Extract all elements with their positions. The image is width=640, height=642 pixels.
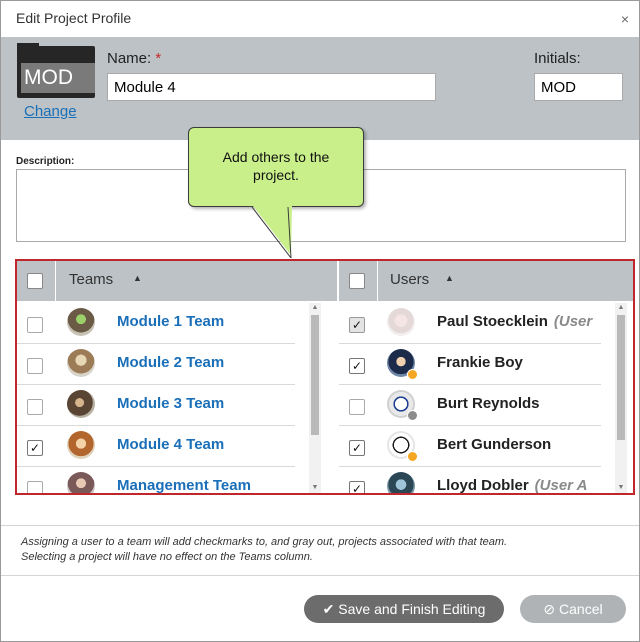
checkmark-icon: ✔ xyxy=(322,601,335,617)
team-name[interactable]: Management Team xyxy=(117,477,251,493)
name-input[interactable] xyxy=(107,73,436,101)
divider xyxy=(1,525,639,526)
user-role-tag: (User A xyxy=(534,477,588,493)
divider xyxy=(1,575,639,576)
user-name[interactable]: Frankie Boy xyxy=(437,354,523,371)
sort-ascending-icon[interactable]: ▲ xyxy=(445,273,454,283)
team-avatar xyxy=(67,390,95,418)
help-text-line1: Assigning a user to a team will add chec… xyxy=(21,536,508,548)
scroll-up-icon[interactable]: ▲ xyxy=(309,303,321,313)
user-checkbox[interactable]: ✓ xyxy=(349,317,365,333)
team-avatar xyxy=(67,431,95,459)
users-select-all-checkbox[interactable] xyxy=(349,273,365,289)
help-text-line2: Selecting a project will have no effect … xyxy=(21,551,313,563)
scroll-down-icon[interactable]: ▼ xyxy=(615,483,627,493)
help-text: Assigning a user to a team will add chec… xyxy=(21,535,621,565)
scroll-thumb[interactable] xyxy=(311,315,319,435)
teams-select-all-checkbox[interactable] xyxy=(27,273,43,289)
scroll-thumb[interactable] xyxy=(617,315,625,440)
title-bar: Edit Project Profile × xyxy=(1,1,639,36)
cancel-button-label: Cancel xyxy=(559,601,603,617)
team-checkbox[interactable] xyxy=(27,317,43,333)
team-avatar xyxy=(67,472,95,493)
user-row[interactable]: ✓ Paul Stoecklein (User xyxy=(339,303,601,344)
team-checkbox[interactable] xyxy=(27,481,43,493)
tooltip-text-line2: project. xyxy=(253,167,299,183)
user-name[interactable]: Bert Gunderson xyxy=(437,436,551,453)
cancel-button[interactable]: ⊘ Cancel xyxy=(520,595,626,623)
team-checkbox[interactable] xyxy=(27,358,43,374)
user-name[interactable]: Lloyd Dobler (User A xyxy=(437,477,587,493)
team-row[interactable]: Module 2 Team xyxy=(17,344,295,385)
teams-column-header: Teams ▲ xyxy=(17,261,337,301)
save-and-finish-button[interactable]: ✔ Save and Finish Editing xyxy=(304,595,504,623)
project-initials-badge: MOD xyxy=(21,63,95,93)
status-away-icon xyxy=(407,410,418,421)
team-name[interactable]: Module 1 Team xyxy=(117,313,224,330)
header-divider xyxy=(55,261,56,301)
status-online-icon xyxy=(407,369,418,380)
users-scrollbar[interactable]: ▲ ▼ xyxy=(615,303,627,493)
header-divider xyxy=(377,261,378,301)
sort-ascending-icon[interactable]: ▲ xyxy=(133,273,142,283)
tooltip-pointer xyxy=(249,206,292,258)
change-image-link[interactable]: Change xyxy=(24,103,77,120)
tooltip-text-line1: Add others to the xyxy=(222,149,330,165)
user-row[interactable]: Burt Reynolds xyxy=(339,385,601,426)
team-avatar xyxy=(67,349,95,377)
user-checkbox[interactable] xyxy=(349,399,365,415)
close-icon[interactable]: × xyxy=(621,11,629,27)
save-button-label: Save and Finish Editing xyxy=(338,601,486,617)
users-list: ✓ Paul Stoecklein (User ✓ Frankie Boy Bur… xyxy=(339,303,619,493)
team-row[interactable]: Management Team xyxy=(17,467,295,493)
team-row[interactable]: ✓ Module 4 Team xyxy=(17,426,295,467)
team-checkbox[interactable]: ✓ xyxy=(27,440,43,456)
user-row[interactable]: ✓ Lloyd Dobler (User A xyxy=(339,467,601,493)
help-tooltip: Add others to the project. xyxy=(188,127,364,207)
teams-users-lists: Teams ▲ Users ▲ Module 1 Team Module 2 T… xyxy=(15,259,635,495)
user-name[interactable]: Paul Stoecklein (User xyxy=(437,313,592,330)
team-checkbox[interactable] xyxy=(27,399,43,415)
status-online-icon xyxy=(407,451,418,462)
team-name[interactable]: Module 2 Team xyxy=(117,354,224,371)
team-row[interactable]: Module 3 Team xyxy=(17,385,295,426)
required-mark: * xyxy=(155,50,162,67)
user-name[interactable]: Burt Reynolds xyxy=(437,395,540,412)
description-label: Description: xyxy=(16,156,75,167)
user-row[interactable]: ✓ Frankie Boy xyxy=(339,344,601,385)
initials-input[interactable] xyxy=(534,73,623,101)
teams-header-label[interactable]: Teams xyxy=(69,271,113,288)
team-avatar xyxy=(67,308,95,336)
team-name[interactable]: Module 3 Team xyxy=(117,395,224,412)
dialog-title: Edit Project Profile xyxy=(16,10,132,26)
user-row[interactable]: ✓ Bert Gunderson xyxy=(339,426,601,467)
initials-label: Initials: xyxy=(534,50,581,67)
team-row[interactable]: Module 1 Team xyxy=(17,303,295,344)
name-label: Name: * xyxy=(107,50,162,67)
user-checkbox[interactable]: ✓ xyxy=(349,358,365,374)
users-column-header: Users ▲ xyxy=(339,261,633,301)
cancel-icon: ⊘ xyxy=(543,601,556,617)
users-header-label[interactable]: Users xyxy=(390,271,429,288)
user-avatar xyxy=(387,308,415,336)
teams-scrollbar[interactable]: ▲ ▼ xyxy=(309,303,321,493)
edit-project-dialog: Edit Project Profile × MOD Change Name: … xyxy=(0,0,640,642)
team-name[interactable]: Module 4 Team xyxy=(117,436,224,453)
user-role-tag: (User xyxy=(553,313,593,330)
user-checkbox[interactable]: ✓ xyxy=(349,440,365,456)
user-avatar xyxy=(387,472,415,493)
scroll-down-icon[interactable]: ▼ xyxy=(309,483,321,493)
scroll-up-icon[interactable]: ▲ xyxy=(615,303,627,313)
teams-list: Module 1 Team Module 2 Team Module 3 Tea… xyxy=(17,303,323,493)
user-checkbox[interactable]: ✓ xyxy=(349,481,365,493)
